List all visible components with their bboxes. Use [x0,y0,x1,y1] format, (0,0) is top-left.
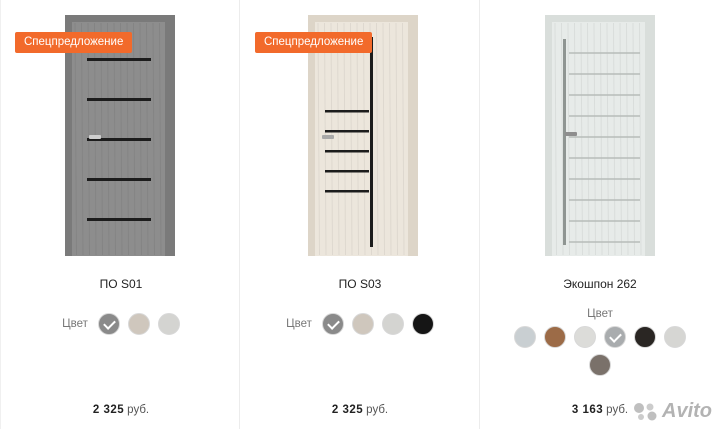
price: 2 325 руб. [1,404,241,416]
color-swatch-selected[interactable] [604,326,626,348]
avito-logo-icon [634,402,657,420]
product-name[interactable]: Экошпон 262 [480,277,720,291]
color-swatch[interactable] [544,326,566,348]
price-currency: руб. [366,404,389,416]
color-selector: Цвет [240,313,480,335]
color-swatch[interactable] [157,313,180,335]
glass-insert [325,130,369,133]
special-offer-badge: Спецпредложение [255,32,373,53]
product-card[interactable]: Экошпон 262 Цвет 3 163 руб. [480,0,720,429]
color-swatch[interactable] [411,313,434,335]
color-swatch[interactable] [381,313,404,335]
color-row [480,326,720,348]
door-handle [89,135,101,139]
price-value: 2 325 [331,404,364,416]
product-name[interactable]: ПО S01 [1,277,241,291]
glass-insert [87,98,151,101]
price-value: 3 163 [571,404,604,416]
glass-insert [87,178,151,181]
color-selector: Цвет [480,308,720,376]
glass-insert [325,190,369,193]
color-label: Цвет [587,308,613,320]
color-row: Цвет [1,313,241,335]
color-label: Цвет [62,318,88,330]
price: 2 325 руб. [240,404,480,416]
door-handle [322,135,334,139]
door-handle [565,132,577,136]
glass-strip [370,37,373,247]
glass-insert [325,150,369,153]
color-row [480,354,720,376]
price-currency: руб. [127,404,150,416]
color-swatch[interactable] [574,326,596,348]
color-swatch[interactable] [514,326,536,348]
special-offer-badge: Спецпредложение [15,32,133,53]
glass-strip [563,39,566,245]
glass-insert [325,110,369,113]
color-swatch-selected[interactable] [97,313,120,335]
product-card[interactable]: Спецпредложение ПО S01 Цвет 2 325 руб. [0,0,240,429]
color-swatch[interactable] [634,326,656,348]
color-row: Цвет [240,313,480,335]
price-value: 2 325 [92,404,125,416]
product-image[interactable] [545,15,655,256]
watermark-text: Avito [662,400,712,422]
product-name[interactable]: ПО S03 [240,277,480,291]
door-illustration [545,15,655,256]
product-grid: Спецпредложение ПО S01 Цвет 2 325 руб. Сп… [0,0,720,429]
color-label: Цвет [286,318,312,330]
color-swatch[interactable] [589,354,611,376]
color-swatch[interactable] [664,326,686,348]
glass-insert [87,218,151,221]
color-swatch[interactable] [351,313,374,335]
watermark: Avito [633,400,712,423]
glass-insert [325,170,369,173]
product-card[interactable]: Спецпредложение ПО S03 Цвет 2 325 руб. [240,0,480,429]
glass-insert [87,58,151,61]
color-swatch[interactable] [127,313,150,335]
price-currency: руб. [606,404,629,416]
color-selector: Цвет [1,313,241,335]
color-swatch-selected[interactable] [321,313,344,335]
